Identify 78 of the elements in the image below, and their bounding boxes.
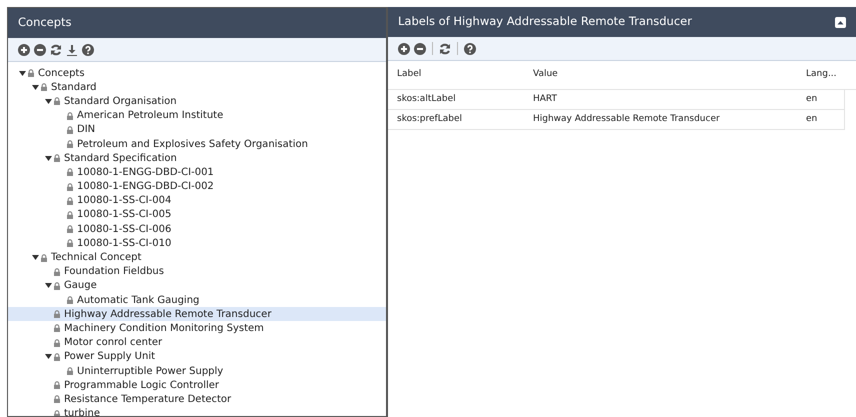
tree-item[interactable]: Standard (8, 80, 386, 94)
tree-item[interactable]: 10080-1-ENGG-DBD-CI-002 (8, 180, 386, 194)
expand-toggle-icon[interactable] (44, 98, 52, 104)
column-header[interactable]: Lang... (806, 68, 856, 82)
tree-item[interactable]: Gauge (8, 278, 386, 293)
tree-item[interactable]: Standard Specification (8, 151, 386, 166)
help-icon[interactable] (464, 42, 476, 54)
tree-item[interactable]: Motor conrol center (8, 336, 386, 350)
tree-item[interactable]: Resistance Temperature Detector (8, 392, 386, 406)
table-cell-text: HART (533, 92, 558, 106)
tree-item[interactable]: American Petroleum Institute (8, 108, 386, 123)
lock-icon (67, 225, 73, 234)
table-cell-text: skos:altLabel (396, 92, 457, 106)
lock-icon (54, 381, 60, 390)
lock-icon (41, 83, 47, 92)
lock-icon (54, 324, 60, 332)
tree-item[interactable]: 10080-1-SS-CI-010 (8, 236, 386, 250)
lock-icon (67, 210, 73, 219)
lock-icon (54, 282, 60, 290)
expand-toggle-icon[interactable] (44, 283, 52, 288)
tree-item[interactable]: Petroleum and Explosives Safety Organisation (8, 136, 386, 152)
refresh-icon[interactable] (439, 42, 451, 54)
lock-icon (54, 395, 60, 404)
tree-item[interactable]: 10080-1-SS-CI-005 (8, 208, 386, 222)
expand-toggle-icon[interactable] (44, 156, 52, 161)
tree-item[interactable]: Programmable Logic Controller (8, 378, 386, 392)
add-icon[interactable] (18, 44, 30, 56)
table-cell-text: skos:prefLabel (396, 112, 464, 126)
lock-icon (54, 410, 60, 416)
tree-item[interactable]: Highway Addressable Remote Transducer (8, 307, 386, 322)
tree-item[interactable]: Standard Organisation (8, 94, 386, 109)
add-icon[interactable] (398, 42, 410, 54)
tree-item[interactable]: Automatic Tank Gauging (8, 293, 386, 308)
lock-icon (67, 196, 73, 205)
tree-item[interactable]: Power Supply Unit (8, 350, 386, 364)
lock-icon (67, 168, 73, 176)
tree-item[interactable]: 10080-1-ENGG-DBD-CI-001 (8, 165, 386, 180)
lock-icon (67, 112, 73, 120)
lock-icon (67, 296, 73, 304)
tree-item[interactable]: Concepts (8, 66, 386, 80)
tree-item[interactable]: turbine (8, 406, 386, 416)
remove-icon[interactable] (34, 44, 46, 56)
tree-item[interactable]: Technical Concept (8, 250, 386, 265)
help-icon[interactable] (82, 44, 94, 56)
tree-item[interactable]: Foundation Fieldbus (8, 264, 386, 279)
lock-icon (67, 126, 73, 134)
download-icon[interactable] (66, 44, 78, 56)
lock-icon (67, 182, 73, 191)
lock-icon (54, 338, 60, 347)
table-cell-text: en (806, 112, 818, 126)
expand-toggle-icon[interactable] (18, 70, 26, 76)
table-cell-text: Highway Addressable Remote Transducer (533, 112, 721, 126)
tree-item[interactable]: Uninterruptible Power Supply (8, 364, 386, 378)
lock-icon (67, 140, 73, 148)
tree-item[interactable]: 10080-1-SS-CI-006 (8, 222, 386, 236)
panel-title: Labels of Highway Addressable Remote Transducer (398, 13, 692, 30)
lock-icon (28, 69, 34, 78)
remove-icon[interactable] (414, 42, 426, 54)
column-header[interactable]: Label (388, 68, 533, 82)
lock-icon (54, 352, 60, 361)
lock-icon (41, 254, 47, 262)
table-cell-text: en (806, 92, 818, 106)
lock-icon (54, 268, 60, 276)
lock-icon (67, 239, 73, 248)
panel-title: Concepts (18, 14, 72, 32)
tree-item[interactable]: Machinery Condition Monitoring System (8, 321, 386, 336)
lock-icon (67, 367, 73, 376)
lock-icon (54, 154, 60, 162)
lock-icon (54, 97, 60, 106)
expand-toggle-icon[interactable] (32, 84, 38, 90)
tree-item[interactable]: DIN (8, 122, 386, 137)
refresh-icon[interactable] (50, 44, 62, 56)
column-header[interactable]: Value (533, 68, 806, 82)
lock-icon (54, 310, 60, 318)
expand-toggle-icon[interactable] (32, 255, 38, 260)
expand-toggle-icon[interactable] (44, 354, 52, 360)
tree-item[interactable]: 10080-1-SS-CI-004 (8, 194, 386, 208)
collapse-icon[interactable] (835, 16, 846, 28)
